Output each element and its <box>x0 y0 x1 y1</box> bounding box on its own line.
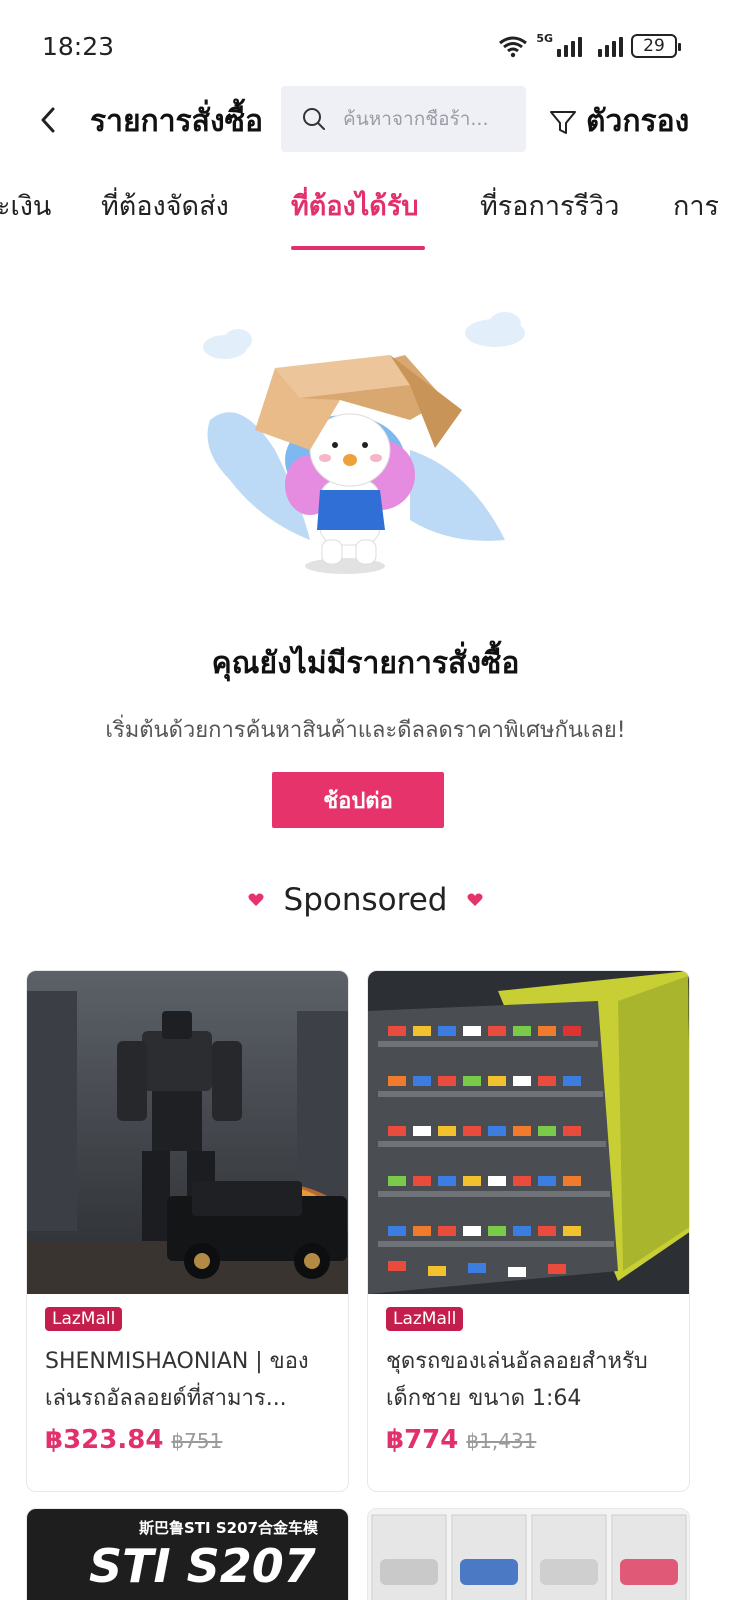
product-image <box>368 1509 689 1600</box>
header: รายการสั่งซื้อ ตัวกรอง <box>0 86 731 154</box>
empty-state-subtitle: เริ่มต้นด้วยการค้นหาสินค้าและดีลลดราคาพิ… <box>105 718 626 743</box>
product-card-partial[interactable]: 斯巴鲁STI S207合金车模 STI S207 <box>26 1508 349 1600</box>
product-image <box>368 971 689 1294</box>
price-row: ฿323.84 ฿751 <box>45 1425 222 1455</box>
funnel-icon <box>550 110 576 134</box>
active-tab-indicator <box>291 246 425 250</box>
filter-button[interactable]: ตัวกรอง <box>548 98 689 145</box>
price-row: ฿774 ฿1,431 <box>386 1425 536 1455</box>
search-box[interactable] <box>281 86 526 152</box>
sponsored-label: Sponsored <box>283 882 448 918</box>
product-price: ฿774 <box>386 1425 459 1455</box>
product-image-logo: STI S207 <box>89 1539 316 1593</box>
product-original-price: ฿1,431 <box>466 1429 537 1453</box>
lazmall-badge: LazMall <box>386 1307 464 1331</box>
status-time: 18:23 <box>42 32 115 61</box>
product-price: ฿323.84 <box>45 1425 164 1455</box>
product-original-price: ฿751 <box>171 1429 223 1453</box>
tab-to-review[interactable]: ที่รอการรีวิว <box>480 184 619 227</box>
chevron-left-icon <box>41 107 55 133</box>
order-tabs: ะเงิน ที่ต้องจัดส่ง ที่ต้องได้รับ ที่รอก… <box>0 170 731 256</box>
battery-level: 29 <box>643 36 665 56</box>
product-image: 斯巴鲁STI S207合金车模 STI S207 <box>27 1509 348 1600</box>
product-title: SHENMISHAONIAN | ของเล่นรถอัลลอยด์ที่สาม… <box>45 1349 309 1411</box>
wifi-icon <box>499 36 528 58</box>
empty-box-illustration <box>203 312 525 574</box>
signal-icon <box>598 35 623 57</box>
search-input[interactable] <box>343 108 523 130</box>
tab-to-ship[interactable]: ที่ต้องจัดส่ง <box>101 184 229 227</box>
signal-icon <box>557 35 582 57</box>
tab-more[interactable]: การ <box>673 184 719 227</box>
network-type: 5G <box>536 32 553 45</box>
tab-to-receive[interactable]: ที่ต้องได้รับ <box>291 184 419 227</box>
search-icon <box>303 108 325 130</box>
status-bar: 18:23 5G 29 <box>0 0 731 88</box>
empty-state-title: คุณยังไม่มีรายการสั่งซื้อ <box>211 646 520 681</box>
product-card[interactable]: LazMall SHENMISHAONIAN | ของเล่นรถอัลลอย… <box>26 970 349 1492</box>
battery-icon: 29 <box>631 34 681 58</box>
product-image <box>27 971 348 1294</box>
sponsored-header: Sponsored <box>0 882 731 918</box>
heart-icon <box>467 893 483 906</box>
page-title: รายการสั่งซื้อ <box>90 104 263 139</box>
status-icons: 5G 29 <box>498 32 681 58</box>
back-button[interactable] <box>28 100 68 140</box>
continue-shopping-button[interactable]: ช้อปต่อ <box>272 772 444 828</box>
tab-payment[interactable]: ะเงิน <box>0 184 51 227</box>
filter-label: ตัวกรอง <box>586 104 690 139</box>
heart-icon <box>248 893 264 906</box>
product-image-text: 斯巴鲁STI S207合金车模 <box>139 1519 318 1537</box>
product-card-partial[interactable] <box>367 1508 690 1600</box>
product-card[interactable]: LazMall ชุดรถของเล่นอัลลอยสำหรับเด็กชาย … <box>367 970 690 1492</box>
lazmall-badge: LazMall <box>45 1307 123 1331</box>
product-title: ชุดรถของเล่นอัลลอยสำหรับเด็กชาย ขนาด 1:6… <box>386 1349 648 1411</box>
